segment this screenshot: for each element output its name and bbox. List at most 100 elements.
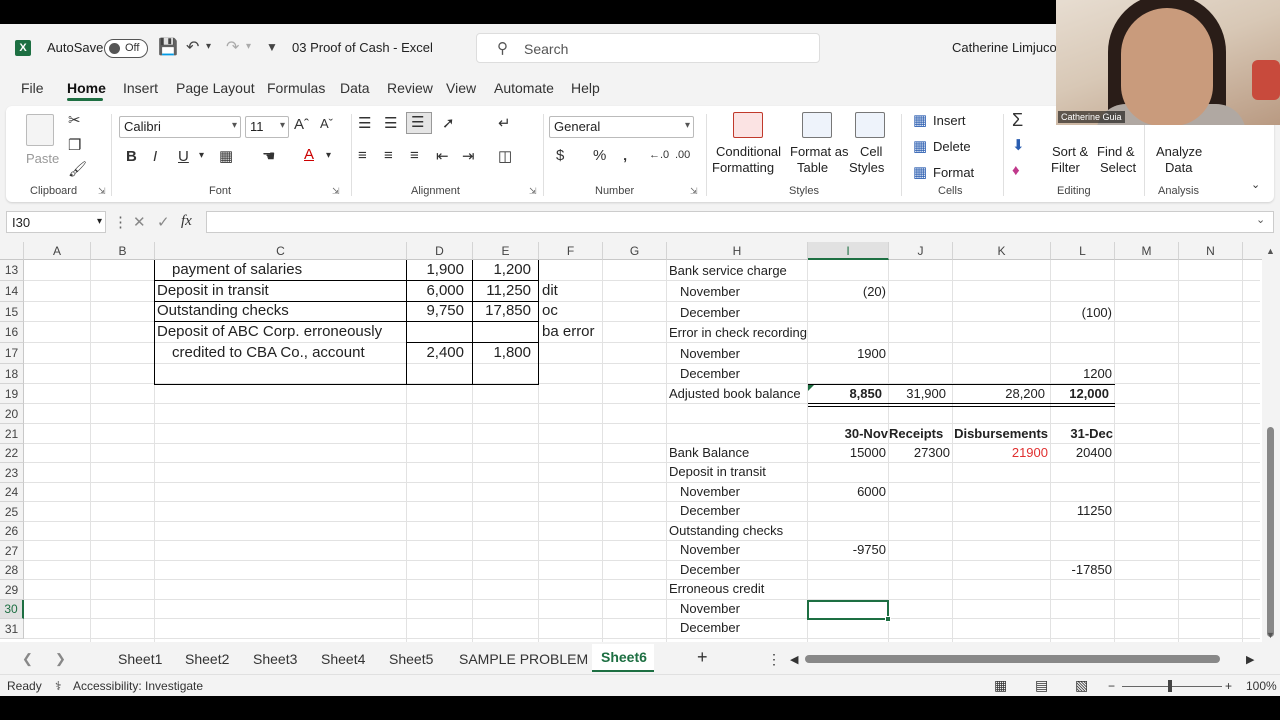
cell-l28[interactable]: -17850 xyxy=(1051,562,1112,577)
fill-icon[interactable]: ⬇ xyxy=(1012,136,1025,154)
scroll-down-icon[interactable]: ▼ xyxy=(1266,630,1275,640)
cond-format-line1[interactable]: Conditional xyxy=(716,144,781,159)
number-format-combo[interactable]: General ▾ xyxy=(549,116,694,138)
col-header-e[interactable]: E xyxy=(473,242,539,260)
autosave-toggle[interactable]: Off xyxy=(104,39,148,58)
zoom-out-icon[interactable]: − xyxy=(1108,679,1115,693)
cell-h16[interactable]: Error in check recording xyxy=(669,325,807,340)
align-left-icon[interactable]: ≡ xyxy=(358,147,367,164)
search-box[interactable]: ⚲ Search xyxy=(476,33,820,63)
cell-styles-line2[interactable]: Styles xyxy=(849,160,884,175)
clear-icon[interactable]: ♦ xyxy=(1012,162,1020,179)
row-header-30[interactable]: 30 xyxy=(0,600,24,619)
next-sheet-icon[interactable]: ❯ xyxy=(55,651,66,667)
clipboard-launcher-icon[interactable]: ⇲ xyxy=(98,186,106,197)
row-header-15[interactable]: 15 xyxy=(0,302,24,322)
cell-h15[interactable]: December xyxy=(680,305,740,320)
cell-h23[interactable]: Deposit in transit xyxy=(669,464,766,479)
merge-center-icon[interactable]: ◫ xyxy=(498,147,512,165)
conditional-formatting-icon[interactable] xyxy=(733,112,763,138)
sheet-tab-5[interactable]: Sheet5 xyxy=(389,651,433,667)
align-center-icon[interactable]: ≡ xyxy=(384,147,393,164)
name-box[interactable]: I30 ▾ xyxy=(6,211,106,233)
enter-icon[interactable]: ✓ xyxy=(157,213,170,231)
cell-c13[interactable]: payment of salaries xyxy=(172,261,302,278)
cell-e14[interactable]: 11,250 xyxy=(474,282,531,299)
accessibility-icon[interactable]: ⚕ xyxy=(55,679,62,693)
cell-h24[interactable]: November xyxy=(680,484,740,499)
cell-h14[interactable]: November xyxy=(680,284,740,299)
row-header-26[interactable]: 26 xyxy=(0,522,24,541)
cell-f14[interactable]: dit xyxy=(542,282,558,299)
prev-sheet-icon[interactable]: ❮ xyxy=(22,651,33,667)
user-name[interactable]: Catherine Limjuco xyxy=(952,40,1057,55)
scroll-up-icon[interactable]: ▲ xyxy=(1266,246,1275,256)
cell-e13[interactable]: 1,200 xyxy=(474,261,531,278)
tab-automate[interactable]: Automate xyxy=(494,80,554,96)
cell-i17[interactable]: 1900 xyxy=(808,346,886,361)
cell-i22[interactable]: 15000 xyxy=(808,445,886,460)
cell-i27[interactable]: -9750 xyxy=(808,542,886,557)
bold-button[interactable]: B xyxy=(126,148,137,165)
increase-font-icon[interactable]: Aˆ xyxy=(294,116,309,133)
col-header-h[interactable]: H xyxy=(667,242,808,260)
increase-indent-icon[interactable]: ⇥ xyxy=(462,147,475,165)
format-as-table-icon[interactable] xyxy=(802,112,832,138)
row-header-19[interactable]: 19 xyxy=(0,384,24,404)
increase-decimal-icon[interactable]: ←.0 xyxy=(649,149,669,161)
col-header-k[interactable]: K xyxy=(953,242,1051,260)
col-header-b[interactable]: B xyxy=(91,242,155,260)
format-table-line1[interactable]: Format as xyxy=(790,144,849,159)
cell-k21[interactable]: Disbursements xyxy=(953,426,1048,441)
tab-help[interactable]: Help xyxy=(571,80,600,96)
add-sheet-icon[interactable]: + xyxy=(697,647,708,668)
underline-button[interactable]: U xyxy=(178,148,189,165)
cell-d17[interactable]: 2,400 xyxy=(408,344,464,361)
row-header-17[interactable]: 17 xyxy=(0,343,24,364)
sort-filter-line1[interactable]: Sort & xyxy=(1052,144,1088,159)
row-header-22[interactable]: 22 xyxy=(0,444,24,463)
cell-h22[interactable]: Bank Balance xyxy=(669,445,749,460)
redo-dropdown-icon[interactable]: ▾ xyxy=(246,41,251,52)
tab-file[interactable]: File xyxy=(21,80,44,96)
cell-h31[interactable]: December xyxy=(680,620,740,635)
tab-data[interactable]: Data xyxy=(340,80,370,96)
format-table-line2[interactable]: Table xyxy=(797,160,828,175)
collapse-ribbon-icon[interactable]: ⌄ xyxy=(1251,178,1260,191)
cond-format-line2[interactable]: Formatting xyxy=(712,160,774,175)
select-all-corner[interactable] xyxy=(0,242,24,260)
cell-styles-icon[interactable] xyxy=(855,112,885,138)
orientation-icon[interactable]: ➚ xyxy=(442,114,455,132)
tab-page-layout[interactable]: Page Layout xyxy=(176,80,255,96)
cell-i24[interactable]: 6000 xyxy=(808,484,886,499)
cell-d14[interactable]: 6,000 xyxy=(408,282,464,299)
format-cells-icon[interactable]: ▦ xyxy=(913,163,927,181)
format-cells-button[interactable]: Format xyxy=(933,165,974,180)
row-header-31[interactable]: 31 xyxy=(0,619,24,639)
cell-l22[interactable]: 20400 xyxy=(1051,445,1112,460)
paste-icon[interactable] xyxy=(26,114,54,146)
col-header-m[interactable]: M xyxy=(1115,242,1179,260)
row-header-23[interactable]: 23 xyxy=(0,463,24,483)
row-header-29[interactable]: 29 xyxy=(0,580,24,600)
cell-h13[interactable]: Bank service charge xyxy=(669,263,787,278)
zoom-in-icon[interactable]: + xyxy=(1225,679,1232,693)
cell-k22[interactable]: 21900 xyxy=(953,445,1048,460)
scroll-left-icon[interactable]: ◀ xyxy=(790,653,798,666)
row-header-27[interactable]: 27 xyxy=(0,541,24,561)
cell-i21[interactable]: 30-Nov xyxy=(808,426,888,441)
customize-toolbar-icon[interactable]: ▼ xyxy=(266,40,278,54)
worksheet-grid[interactable]: A B C D E F G H I J K L M N 13 14 15 16 … xyxy=(0,242,1280,642)
col-header-j[interactable]: J xyxy=(889,242,953,260)
chevron-down-icon[interactable]: ▾ xyxy=(199,150,204,161)
decrease-font-icon[interactable]: Aˇ xyxy=(320,116,333,131)
active-cell-i30[interactable] xyxy=(807,600,891,622)
cancel-icon[interactable]: ✕ xyxy=(133,213,146,231)
delete-cells-button[interactable]: Delete xyxy=(933,139,971,154)
sheet-tab-6[interactable]: Sheet6 xyxy=(601,649,647,665)
col-header-a[interactable]: A xyxy=(24,242,91,260)
find-select-line1[interactable]: Find & xyxy=(1097,144,1135,159)
cell-d13[interactable]: 1,900 xyxy=(408,261,464,278)
tab-review[interactable]: Review xyxy=(387,80,433,96)
undo-icon[interactable]: ↶ xyxy=(186,37,199,57)
